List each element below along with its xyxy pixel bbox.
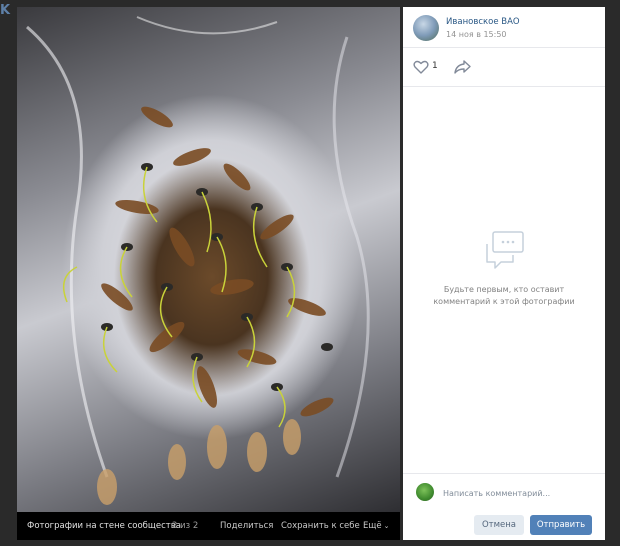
user-avatar[interactable] bbox=[416, 483, 434, 501]
cancel-button[interactable]: Отмена bbox=[474, 515, 524, 535]
save-photo-button[interactable]: Сохранить к себе bbox=[281, 521, 360, 531]
group-avatar[interactable] bbox=[413, 15, 439, 41]
vk-logo-icon: K bbox=[0, 3, 11, 17]
post-actions: 1 bbox=[403, 48, 605, 87]
comment-buttons: Отмена Отправить bbox=[403, 507, 605, 540]
comments-bubble-icon bbox=[486, 231, 524, 269]
photo-counter: 2 из 2 bbox=[172, 521, 199, 531]
send-button[interactable]: Отправить bbox=[530, 515, 592, 535]
photo-viewer: Фотографии на стене сообщества 2 из 2 По… bbox=[17, 7, 400, 540]
comment-input[interactable] bbox=[443, 486, 593, 500]
share-arrow-icon[interactable] bbox=[454, 60, 471, 74]
more-button[interactable]: Ещё ⌄ bbox=[363, 521, 389, 531]
share-photo-button[interactable]: Поделиться bbox=[220, 521, 273, 531]
more-label: Ещё bbox=[363, 521, 382, 531]
heart-icon[interactable] bbox=[413, 60, 429, 74]
photo-image[interactable] bbox=[17, 7, 400, 512]
post-header: Ивановское ВАО 14 ноя в 15:50 bbox=[403, 7, 605, 48]
empty-comments-line2: комментарий к этой фотографии bbox=[433, 297, 575, 306]
album-link[interactable]: Фотографии на стене сообщества bbox=[27, 521, 181, 531]
photo-side-panel: Ивановское ВАО 14 ноя в 15:50 1 Будьте п… bbox=[403, 7, 605, 540]
group-name-link[interactable]: Ивановское ВАО bbox=[446, 17, 520, 27]
photo-seeds-illustration bbox=[26, 16, 370, 505]
empty-comments-text: Будьте первым, кто оставит комментарий к… bbox=[423, 284, 585, 308]
like-count: 1 bbox=[432, 61, 438, 71]
post-time[interactable]: 14 ноя в 15:50 bbox=[446, 30, 507, 39]
empty-comments-line1: Будьте первым, кто оставит bbox=[443, 285, 565, 294]
photo-bottom-bar: Фотографии на стене сообщества 2 из 2 По… bbox=[17, 512, 400, 540]
comment-composer bbox=[403, 473, 605, 508]
chevron-down-icon: ⌄ bbox=[383, 522, 390, 530]
